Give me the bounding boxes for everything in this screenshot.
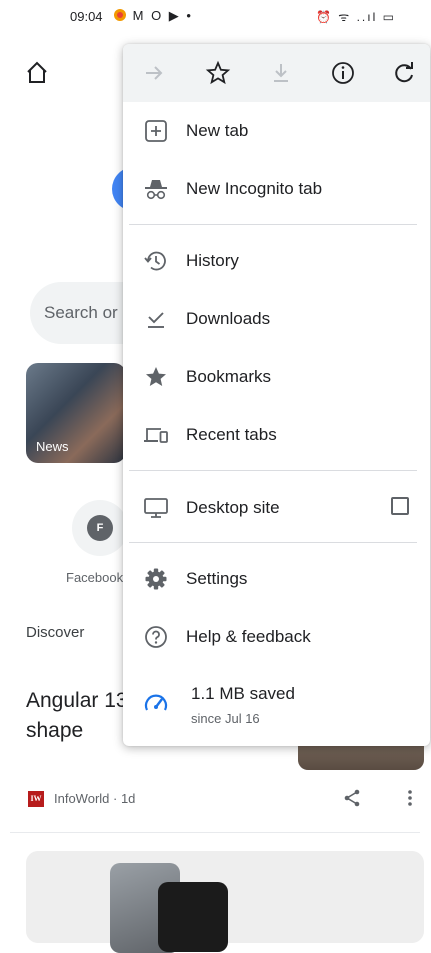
- menu-item-bookmarks[interactable]: Bookmarks: [123, 352, 430, 402]
- bookmark-star-icon: [205, 60, 231, 85]
- download-icon: [274, 64, 288, 82]
- menu-item-label: Desktop site: [186, 498, 280, 517]
- menu-item-settings[interactable]: Settings: [123, 554, 430, 604]
- overflow-menu: New tab New Incognito tab History Downlo…: [123, 44, 430, 746]
- incognito-icon: [145, 180, 167, 200]
- history-icon: [144, 251, 166, 271]
- menu-item-label: Downloads: [186, 309, 271, 328]
- headline-line-2: shape: [26, 719, 84, 742]
- menu-item-label: Help & feedback: [186, 627, 311, 646]
- app-notification-icon: [114, 9, 126, 21]
- news-tile[interactable]: News: [26, 363, 126, 463]
- share-icon[interactable]: [340, 786, 364, 810]
- status-bar: 09:04 M O ▶ • ⏰ ᯤ ..ıl ▭: [0, 0, 431, 36]
- menu-divider: [129, 470, 417, 471]
- new-tab-icon: [145, 120, 167, 142]
- notification-icons-text: M O ▶ •: [132, 8, 193, 23]
- shortcut-favicon: F: [87, 515, 113, 541]
- discover-header: Discover: [26, 624, 85, 641]
- article-source: InfoWorld · 1d: [54, 791, 136, 806]
- desktop-icon: [144, 498, 168, 518]
- status-time: 09:04: [70, 9, 103, 24]
- desktop-site-checkbox[interactable]: [391, 497, 409, 515]
- menu-divider: [129, 224, 417, 225]
- phone-image-2: [158, 882, 228, 952]
- info-icon: [332, 62, 354, 84]
- article-headline[interactable]: Angular 13 shape: [26, 686, 126, 746]
- menu-item-help-feedback[interactable]: Help & feedback: [123, 612, 430, 662]
- menu-item-new-tab[interactable]: New tab: [123, 106, 430, 156]
- menu-item-label: Bookmarks: [186, 367, 272, 386]
- data-saved-since: since Jul 16: [191, 711, 260, 726]
- menu-item-label: Settings: [186, 569, 248, 588]
- refresh-icon: [395, 62, 413, 83]
- bookmarks-icon: [146, 367, 166, 386]
- menu-divider: [129, 542, 417, 543]
- downloads-icon: [148, 312, 164, 328]
- menu-item-data-saver[interactable]: [123, 672, 430, 736]
- menu-item-label: New Incognito tab: [186, 179, 323, 198]
- page-info-button[interactable]: [328, 58, 358, 88]
- forward-icon: [146, 66, 163, 80]
- help-icon: [145, 626, 167, 648]
- system-icons: ⏰ ᯤ ..ıl ▭: [316, 10, 396, 24]
- menu-item-new-incognito-tab[interactable]: New Incognito tab: [123, 164, 430, 214]
- menu-item-label: History: [186, 251, 239, 270]
- home-button[interactable]: [20, 56, 54, 90]
- menu-toolbar: [123, 44, 430, 102]
- bookmark-page-button[interactable]: [203, 58, 233, 88]
- menu-item-history[interactable]: History: [123, 236, 430, 286]
- news-tile-label: News: [36, 439, 69, 454]
- refresh-button[interactable]: [389, 58, 419, 88]
- recent-tabs-icon: [144, 428, 168, 443]
- download-page-button[interactable]: [266, 58, 296, 88]
- more-options-icon[interactable]: [400, 786, 420, 810]
- menu-item-label: New tab: [186, 121, 249, 140]
- menu-item-recent-tabs[interactable]: Recent tabs: [123, 410, 430, 460]
- data-saved-amount: 1.1 MB saved: [191, 684, 295, 703]
- menu-item-label: Recent tabs: [186, 425, 277, 444]
- source-favicon: IW: [28, 791, 44, 807]
- home-icon: [27, 61, 47, 83]
- data-saver-gauge-icon: [144, 694, 168, 711]
- settings-icon: [145, 568, 167, 590]
- menu-item-desktop-site[interactable]: Desktop site: [123, 483, 430, 533]
- shortcut-label: Facebook: [66, 570, 124, 585]
- notification-icons: M O ▶ •: [113, 8, 193, 24]
- forward-button[interactable]: [139, 58, 169, 88]
- search-placeholder: Search or: [44, 303, 118, 322]
- menu-item-downloads[interactable]: Downloads: [123, 294, 430, 344]
- headline-line-1: Angular 13: [26, 689, 126, 712]
- feed-divider: [10, 832, 420, 833]
